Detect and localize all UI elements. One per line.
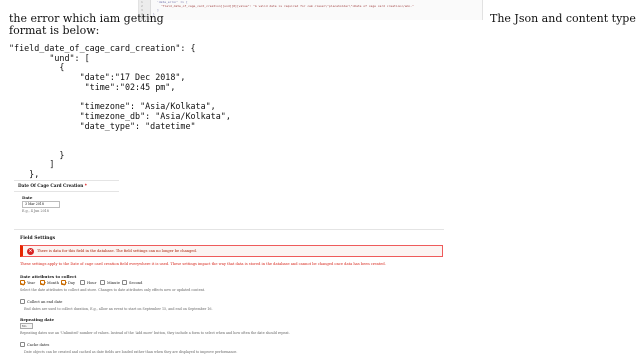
hour-checkbox[interactable] — [80, 280, 85, 285]
hour-label: Hour — [87, 281, 97, 285]
attributes-hint: Select the date attributes to collect an… — [20, 288, 206, 292]
second-label: Second — [129, 281, 143, 285]
minute-checkbox[interactable] — [100, 280, 105, 285]
end-date-hint: End dates are used to collect duration, … — [24, 307, 213, 311]
attributes-title: Date attributes to collect — [20, 274, 77, 279]
required-marker: * — [84, 183, 87, 188]
date-input[interactable]: 3 Mar 2018 — [22, 201, 60, 208]
json-code-block: "field_date_of_cage_card_creation": { "u… — [9, 43, 231, 180]
code-line: "field_date_of_cage_card_creation][und][… — [161, 4, 414, 8]
cache-dates-label: Cache dates — [27, 343, 50, 347]
error-message-box: × There is data for this field in the da… — [20, 245, 443, 257]
repeating-hint: Repeating dates use an 'Unlimited' numbe… — [20, 331, 290, 335]
error-icon: × — [27, 248, 34, 255]
year-checkbox[interactable] — [20, 280, 25, 285]
field-title: Date Of Cage Card Creation * — [18, 183, 87, 188]
cache-dates-hint: Date objects can be created and cached a… — [24, 350, 238, 354]
date-example-hint: E.g., 4 Jun 2018 — [22, 209, 49, 213]
cache-dates-checkbox[interactable] — [20, 342, 25, 347]
day-label: Day — [68, 281, 76, 285]
divider — [14, 191, 119, 192]
year-label: Year — [27, 281, 36, 285]
month-checkbox[interactable] — [40, 280, 45, 285]
month-label: Month — [47, 281, 59, 285]
field-title-label: Date Of Cage Card Creation — [18, 183, 84, 188]
question-text: format is below: — [9, 24, 100, 37]
second-checkbox[interactable] — [122, 280, 127, 285]
divider — [14, 229, 444, 230]
minute-label: Minute — [107, 281, 121, 285]
date-label: Date — [22, 195, 33, 200]
field-settings-title: Field Settings — [20, 236, 56, 241]
code-screenshot: 1 2 3 4 5 'date_error' => [ "field_date_… — [138, 0, 483, 20]
end-date-checkbox[interactable] — [20, 299, 25, 304]
divider — [14, 180, 119, 181]
question-text: The Json and content type — [490, 12, 636, 25]
repeating-title: Repeating date — [20, 317, 55, 322]
warning-message: These settings apply to the Date of cage… — [20, 262, 386, 266]
end-date-label: Collect an end date — [27, 300, 63, 304]
day-checkbox[interactable] — [61, 280, 66, 285]
repeating-select[interactable]: No — [20, 323, 33, 329]
error-message: There is data for this field in the data… — [37, 249, 197, 253]
